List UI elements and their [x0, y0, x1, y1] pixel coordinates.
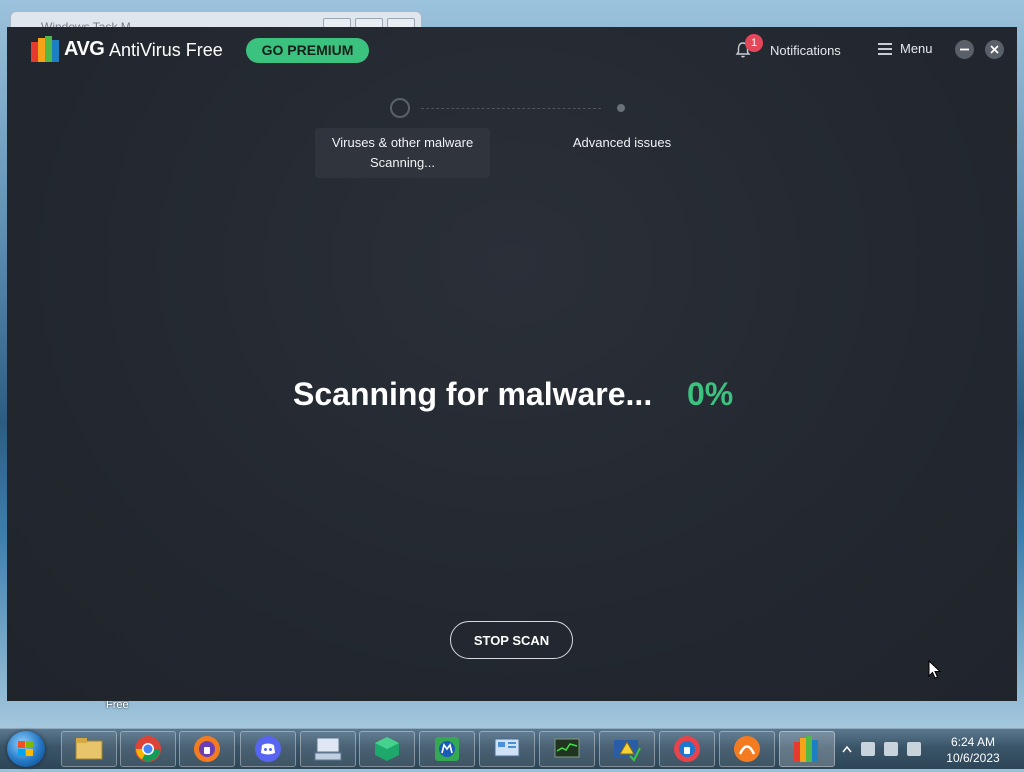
show-hidden-icons-icon[interactable]: [842, 745, 852, 753]
stop-scan-button[interactable]: STOP SCAN: [450, 621, 573, 659]
keyboard-app-icon: [314, 737, 342, 761]
start-button[interactable]: [7, 731, 45, 767]
step-1-status: Scanning...: [369, 155, 436, 170]
green-cube-app-icon: [375, 737, 399, 761]
step-1-indicator: [390, 98, 410, 118]
avg-logo-text: AVG: [64, 38, 105, 60]
taskbar-keyboard-app[interactable]: [300, 731, 356, 767]
scan-status-text: Scanning for malware...: [293, 376, 653, 412]
discord-icon: [255, 736, 281, 762]
mouse-cursor-icon: [928, 660, 942, 679]
step-2-indicator: [617, 104, 625, 112]
windows-logo-icon: [18, 741, 33, 756]
avg-logo-icon: [31, 36, 59, 62]
task-manager-icon: [554, 738, 580, 758]
product-name: AntiVirus Free: [109, 40, 223, 60]
notifications-button[interactable]: 1 Notifications: [734, 34, 841, 62]
control-panel-icon: [494, 738, 520, 757]
avg-antivirus-icon: [794, 736, 818, 762]
notifications-label: Notifications: [770, 42, 841, 58]
system-tray: [842, 729, 921, 769]
step-1-card: Viruses & other malware Scanning...: [315, 128, 490, 178]
taskbar-avg-browser[interactable]: [659, 731, 715, 767]
taskbar-chrome[interactable]: [120, 731, 176, 767]
minimize-icon: [960, 48, 969, 51]
taskbar-task-manager[interactable]: [539, 731, 595, 767]
taskbar-malwarebytes[interactable]: [419, 731, 475, 767]
file-explorer-icon: [75, 738, 103, 760]
network-icon[interactable]: [884, 742, 898, 756]
clock-time: 6:24 AM: [950, 735, 996, 749]
avg-main-window: AVG AntiVirus Free GO PREMIUM 1 Notifica…: [7, 27, 1017, 701]
app-titlebar: AVG AntiVirus Free GO PREMIUM 1 Notifica…: [7, 27, 1017, 73]
taskbar-green-cube[interactable]: [359, 731, 415, 767]
menu-label: Menu: [900, 41, 933, 56]
close-icon: [990, 45, 999, 54]
taskbar-discord[interactable]: [240, 731, 296, 767]
taskbar-file-explorer[interactable]: [61, 731, 117, 767]
notification-count-badge: 1: [745, 34, 763, 52]
malwarebytes-icon: [435, 737, 459, 761]
action-center-flag-icon[interactable]: [861, 742, 875, 756]
avast-antivirus-icon: [734, 736, 760, 762]
taskbar-avast-browser[interactable]: [179, 731, 235, 767]
avg-secure-browser-icon: [674, 736, 700, 762]
step-connector: [421, 108, 601, 109]
avast-secure-browser-icon: [194, 736, 220, 762]
windows-taskbar: 6:24 AM 10/6/2023: [0, 728, 1024, 769]
go-premium-button[interactable]: GO PREMIUM: [246, 38, 369, 63]
minimize-button[interactable]: [955, 40, 974, 59]
close-button[interactable]: [985, 40, 1004, 59]
taskbar-avg-antivirus[interactable]: [779, 731, 835, 767]
taskbar-control-panel[interactable]: [479, 731, 535, 767]
chrome-icon: [135, 736, 161, 762]
step-2-title: Advanced issues: [572, 135, 672, 150]
taskbar-clock[interactable]: 6:24 AM 10/6/2023: [938, 734, 1008, 766]
hamburger-menu-icon: [878, 42, 892, 55]
action-center-icon: [614, 740, 641, 762]
clock-date: 10/6/2023: [946, 751, 1000, 765]
scan-progress-percent: 0%: [687, 376, 734, 412]
menu-button[interactable]: Menu: [878, 41, 933, 56]
volume-muted-icon[interactable]: [907, 742, 921, 756]
step-1-title: Viruses & other malware: [331, 135, 474, 150]
taskbar-action-center[interactable]: [599, 731, 655, 767]
taskbar-avast-antivirus[interactable]: [719, 731, 775, 767]
